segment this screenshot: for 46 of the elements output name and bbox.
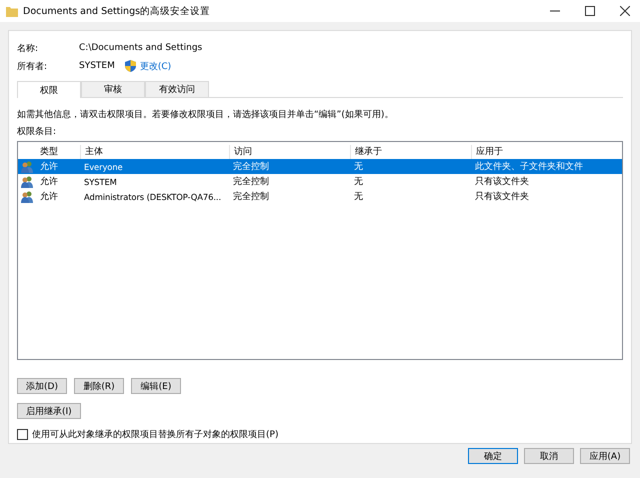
tab[interactable]: 权限 <box>17 81 81 98</box>
permission-row[interactable]: 允许 Administrators (DESKTOP-QA76... 完全控制 无 只有该文件夹 <box>18 189 622 204</box>
table-cell-text: 允许 <box>39 190 59 203</box>
table-cell-text: 无 <box>353 161 364 173</box>
window-title: Documents and Settings的高级安全设置 <box>23 4 212 18</box>
tab[interactable]: 有效访问 <box>145 81 209 97</box>
dialog-button[interactable]: 应用(A) <box>580 448 630 464</box>
table-cell-text: 无 <box>353 176 364 188</box>
change-link[interactable]: 更改(C) <box>140 60 172 72</box>
table-cell-text: Everyone <box>83 162 124 172</box>
section-label: 权限条目: <box>17 126 58 138</box>
table-cell-text: SYSTEM <box>83 176 118 186</box>
users-icon <box>20 190 34 202</box>
entry-button[interactable]: 删除(R) <box>74 378 124 394</box>
users-icon <box>20 176 34 188</box>
entry-button[interactable]: 编辑(E) <box>131 378 181 394</box>
table-cell-text: 完全控制 <box>232 160 270 173</box>
shield-icon <box>124 60 136 72</box>
table-cell-text: 只有该文件夹 <box>474 176 530 188</box>
users-icon <box>20 160 34 172</box>
table-cell-text: Administrators (DESKTOP-QA76... <box>83 192 222 202</box>
field-label: 名称: <box>17 42 40 54</box>
dialog-button[interactable]: 取消 <box>524 448 574 464</box>
maximize-icon <box>585 6 595 16</box>
permission-row[interactable]: 允许 Everyone 完全控制 无 此文件夹、子文件夹和文件 <box>18 159 622 174</box>
close-icon <box>620 6 630 16</box>
table-cell-text: 只有该文件夹 <box>474 190 530 203</box>
folder-icon <box>6 6 18 16</box>
column-header[interactable]: 类型 <box>36 145 80 159</box>
info-text: 如需其他信息，请双击权限项目。若要修改权限项目，请选择该项目并单击“编辑”(如果可用)。 <box>17 108 394 121</box>
checkbox-label: 使用可从此对象继承的权限项目替换所有子对象的权限项目(P) <box>32 428 278 441</box>
enable-inheritance-button[interactable]: 启用继承(I) <box>17 403 81 419</box>
name-value: C:\Documents and Settings <box>79 43 202 53</box>
table-cell-text: 此文件夹、子文件夹和文件 <box>474 160 584 173</box>
table-cell-text: 完全控制 <box>232 176 270 188</box>
checkbox[interactable] <box>17 429 28 440</box>
table-cell-text: 允许 <box>39 176 59 188</box>
table-cell-text: 完全控制 <box>232 190 270 203</box>
table-cell-text: 无 <box>353 191 364 203</box>
dialog-button[interactable]: 确定 <box>468 448 518 464</box>
owner-value: SYSTEM <box>79 61 115 71</box>
permission-row[interactable]: 允许 SYSTEM 完全控制 无 只有该文件夹 <box>18 174 622 189</box>
entry-button[interactable]: 添加(D) <box>17 378 67 394</box>
field-label: 所有者: <box>17 60 48 72</box>
table-cell-text: 允许 <box>39 160 59 173</box>
tab[interactable]: 审核 <box>81 81 145 97</box>
